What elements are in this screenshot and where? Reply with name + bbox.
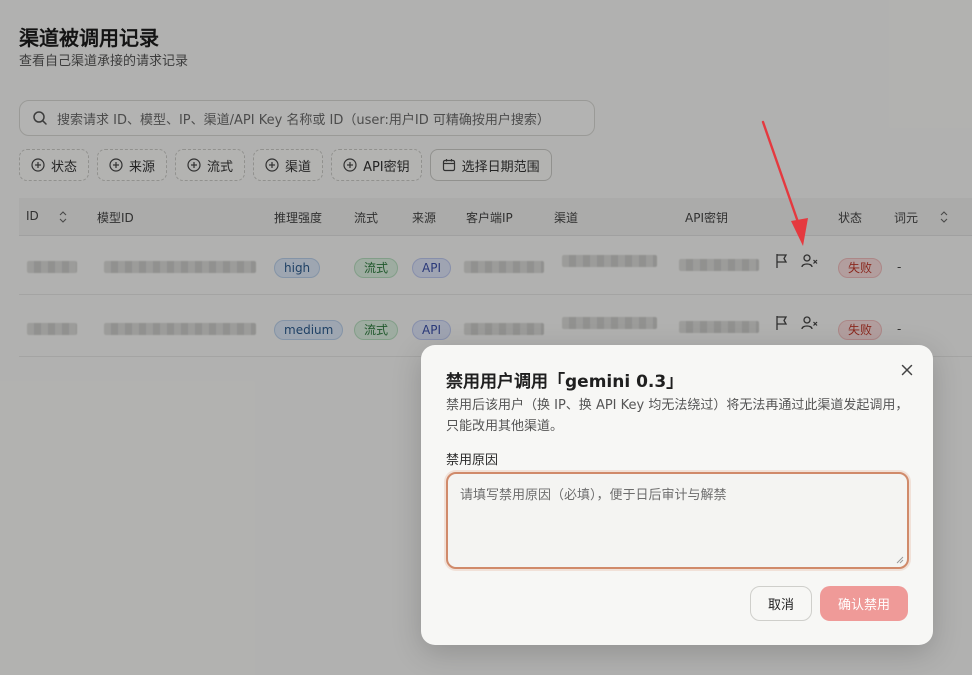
reason-label: 禁用原因	[446, 453, 499, 468]
resize-handle-icon[interactable]	[896, 556, 904, 564]
close-icon	[901, 364, 913, 376]
reason-placeholder: 请填写禁用原因（必填），便于日后审计与解禁	[460, 488, 727, 503]
dialog-description: 禁用后该用户（换 IP、换 API Key 均无法绕过）将无法再通过此渠道发起调…	[446, 398, 909, 434]
block-user-dialog: 禁用用户调用「gemini 0.3」 禁用后该用户（换 IP、换 API Key…	[421, 345, 933, 645]
dialog-title: 禁用用户调用「gemini 0.3」	[446, 372, 684, 392]
close-button[interactable]	[897, 360, 917, 380]
confirm-block-button[interactable]: 确认禁用	[820, 586, 908, 621]
cancel-button[interactable]: 取消	[750, 586, 812, 621]
reason-textarea[interactable]: 请填写禁用原因（必填），便于日后审计与解禁	[446, 472, 909, 569]
